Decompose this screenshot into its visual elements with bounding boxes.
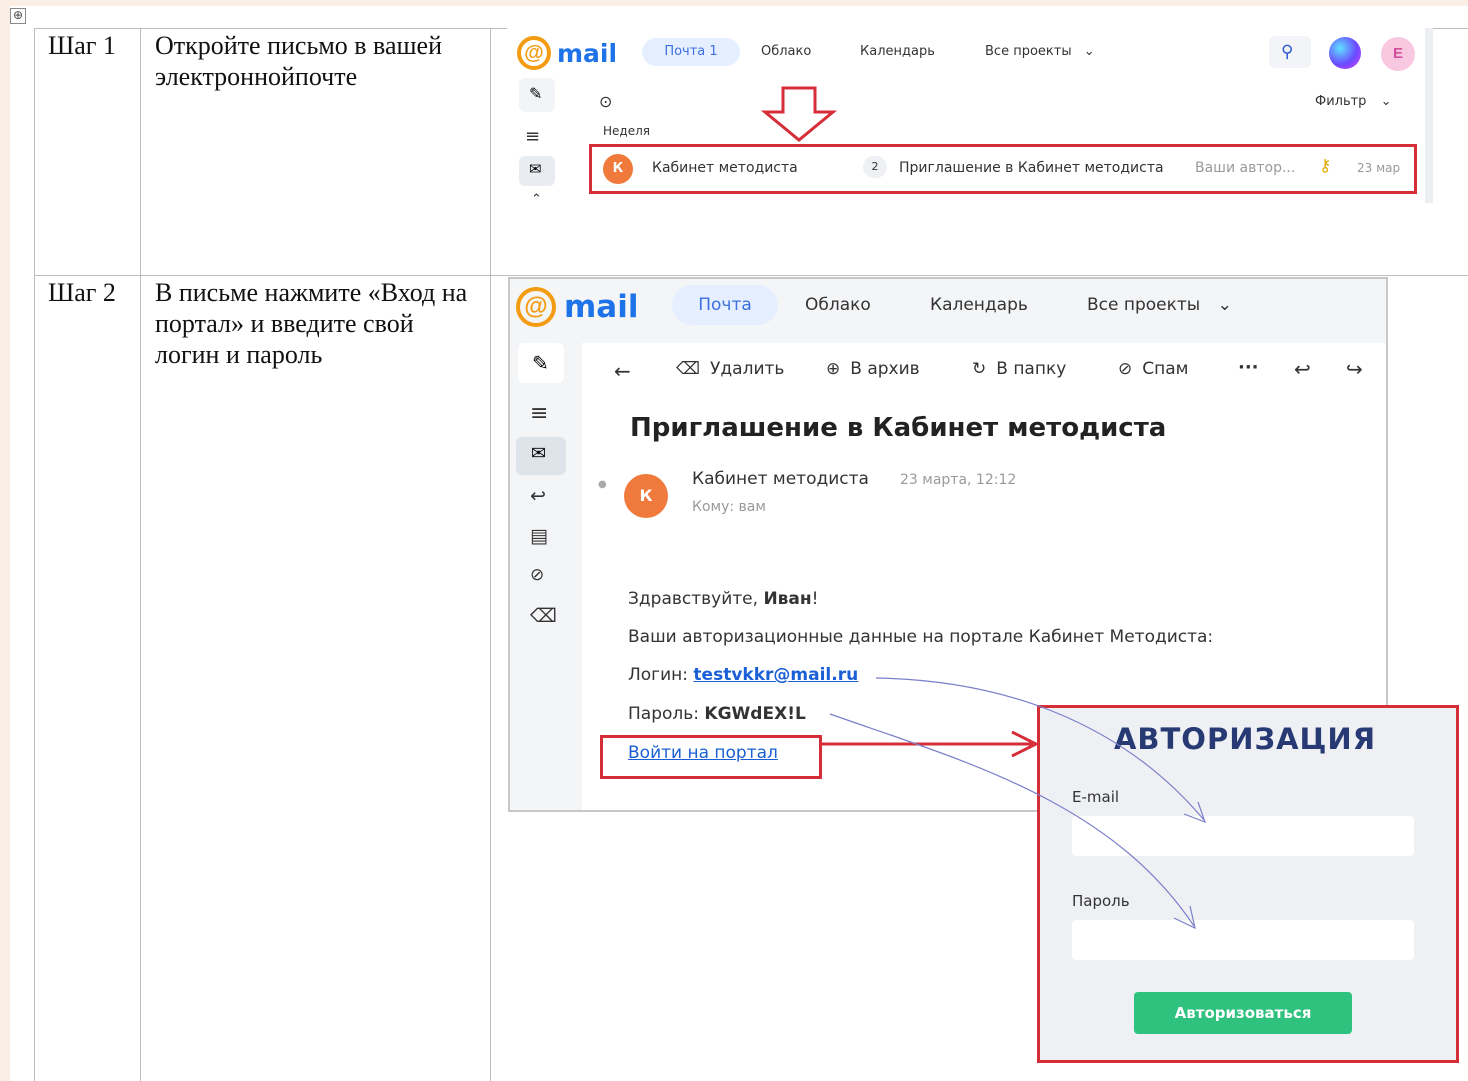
portal-link-highlight [600, 735, 822, 779]
table-border [140, 28, 141, 1081]
archive-icon: ⊕ [826, 359, 841, 379]
trash-icon: ⌫ [676, 359, 701, 379]
auth-email-input[interactable] [1072, 816, 1414, 856]
nav-all-projects-label: Все проекты [1087, 295, 1201, 315]
shot1-right-shadow [1425, 28, 1433, 203]
profile-initial: Е [1392, 45, 1403, 62]
greeting-prefix: Здравствуйте, [628, 589, 764, 609]
nav-mail[interactable]: Почта [672, 285, 778, 325]
greeting-line: Здравствуйте, Иван! [628, 589, 818, 609]
chevron-down-icon: ⌄ [1217, 295, 1232, 315]
profile-avatar[interactable]: Е [1381, 37, 1415, 71]
nav-all-projects[interactable]: Все проекты ⌄ [985, 44, 1095, 59]
spam-button[interactable]: ⊘ Спам [1118, 359, 1188, 379]
back-arrow-icon[interactable]: ← [614, 359, 631, 383]
nav-cloud[interactable]: Облако [761, 44, 811, 59]
folder-label: В папку [996, 359, 1067, 379]
notes-icon[interactable]: ▤ [530, 525, 548, 547]
inbox-button[interactable]: ✉ [516, 437, 566, 475]
message-sender[interactable]: Кабинет методиста [692, 469, 869, 489]
step-1-text: Откройте письмо в вашей электроннойпочте [155, 31, 442, 91]
move-to-folder-button[interactable]: ↻ В папку [972, 359, 1066, 379]
login-email-link[interactable]: testvkkr@mail.ru [693, 665, 858, 685]
sender-avatar: К [624, 474, 668, 518]
message-recipient: Кому: вам [692, 499, 766, 515]
filter-label: Фильтр [1315, 94, 1367, 109]
unread-dot-icon: ● [598, 479, 607, 490]
forward-icon[interactable]: ↪ [1346, 357, 1363, 381]
mail-icon: ✉ [531, 443, 547, 463]
table-move-handle-icon[interactable]: ⊕ [10, 8, 26, 24]
menu-icon[interactable]: ≡ [525, 126, 540, 147]
table-border [34, 275, 1468, 276]
nav-calendar[interactable]: Календарь [930, 295, 1028, 315]
nav-mail[interactable]: Почта 1 [642, 38, 740, 66]
auth-password-input[interactable] [1072, 920, 1414, 960]
message-date: 23 марта, 12:12 [900, 472, 1017, 488]
auth-title: АВТОРИЗАЦИЯ [1113, 722, 1377, 756]
table-border [490, 28, 491, 1081]
password-value: KGWdEX!L [704, 704, 806, 724]
mail-inbox-screenshot: @ mail Почта 1 Облако Календарь Все прое… [507, 28, 1431, 203]
sidebar-more-icon[interactable]: ⌃ [531, 192, 542, 203]
spam-label: Спам [1142, 359, 1189, 379]
password-line: Пароль: KGWdEX!L [628, 704, 806, 724]
credentials-intro: Ваши авторизационные данные на портале К… [628, 627, 1214, 647]
chevron-down-icon: ⌄ [1083, 44, 1095, 59]
compose-button[interactable]: ✎ [518, 343, 564, 383]
filter-dropdown[interactable]: Фильтр ⌄ [1315, 94, 1391, 109]
nav-all-projects[interactable]: Все проекты ⌄ [1087, 295, 1232, 315]
delete-label: Удалить [710, 359, 785, 379]
step-2-label: Шаг 2 [48, 278, 116, 307]
mail-logo: @ mail [516, 287, 638, 327]
pencil-icon: ✎ [529, 86, 543, 103]
compose-button[interactable]: ✎ [519, 78, 555, 112]
archive-label: В архив [850, 359, 920, 379]
step-2-text: В письме нажмите «Вход на портал» и введ… [155, 278, 468, 369]
spam-icon: ⊘ [1118, 359, 1133, 379]
password-label: Пароль: [628, 704, 705, 724]
nav-all-projects-label: Все проекты [985, 44, 1072, 59]
mail-logo-at-icon: @ [516, 287, 556, 327]
login-line: Логин: testvkkr@mail.ru [628, 665, 858, 685]
assistant-orb-icon[interactable] [1329, 37, 1361, 69]
archive-button[interactable]: ⊕ В архив [826, 359, 920, 379]
greeting-suffix: ! [811, 589, 819, 609]
greeting-name: Иван [763, 589, 812, 609]
delete-button[interactable]: ⌫ Удалить [676, 359, 784, 379]
mail-logo-word: mail [557, 38, 618, 68]
spam-sidebar-icon[interactable]: ⊘ [530, 565, 544, 585]
chevron-down-icon: ⌄ [1380, 94, 1392, 109]
message-subject: Приглашение в Кабинет методиста [630, 413, 1167, 443]
search-icon: ⚲ [1281, 42, 1294, 61]
mail-logo: @ mail [517, 36, 617, 70]
inbox-button[interactable]: ✉ [519, 156, 555, 186]
week-section-label: Неделя [603, 124, 650, 138]
auth-email-label: E-mail [1072, 788, 1120, 806]
menu-icon[interactable]: ≡ [530, 401, 548, 426]
search-button[interactable]: ⚲ [1269, 36, 1311, 68]
trash-sidebar-icon[interactable]: ⌫ [530, 605, 557, 627]
nav-calendar[interactable]: Календарь [860, 44, 935, 59]
email-row-highlight [589, 144, 1417, 194]
folder-icon: ↻ [972, 359, 987, 379]
pencil-icon: ✎ [532, 353, 549, 375]
more-actions-button[interactable]: ··· [1238, 357, 1259, 378]
reply-icon[interactable]: ↩ [1294, 357, 1311, 381]
table-border [34, 28, 35, 1081]
login-label: Логин: [628, 665, 694, 685]
mail-icon: ✉ [529, 161, 542, 178]
select-all-icon[interactable]: ⊙ [599, 92, 612, 111]
mail-logo-at-icon: @ [517, 36, 551, 70]
step-1-label: Шаг 1 [48, 31, 116, 60]
nav-cloud[interactable]: Облако [805, 295, 871, 315]
authorization-panel: АВТОРИЗАЦИЯ E-mail Пароль Авторизоваться [1037, 705, 1459, 1063]
mail-logo-word: mail [564, 289, 639, 325]
reply-sidebar-icon[interactable]: ↩ [530, 485, 546, 507]
authorize-button[interactable]: Авторизоваться [1134, 992, 1352, 1034]
auth-password-label: Пароль [1072, 892, 1130, 910]
